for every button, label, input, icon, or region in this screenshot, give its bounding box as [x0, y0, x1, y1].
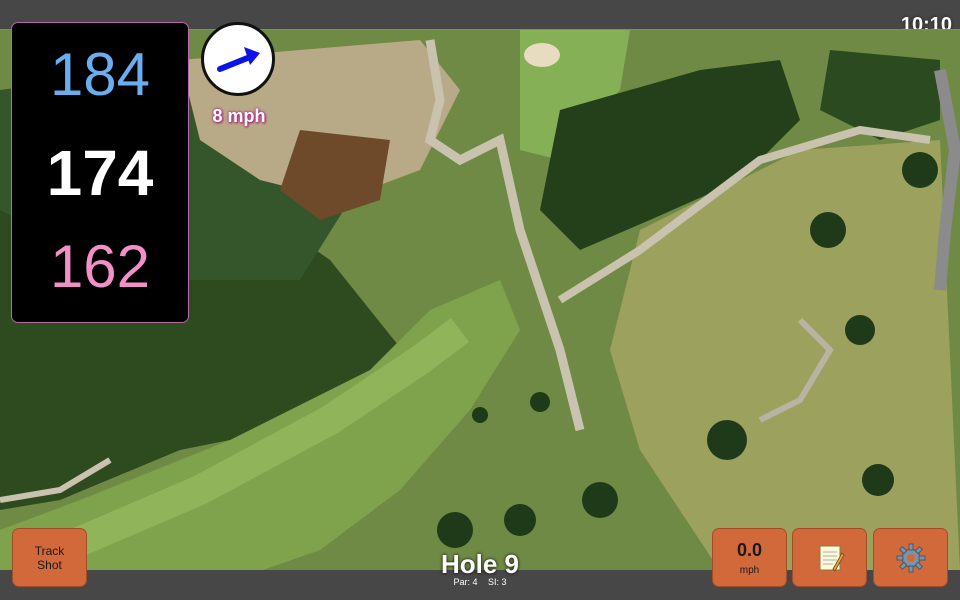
wind-arrow-icon	[217, 47, 260, 72]
track-shot-label-line2: Shot	[37, 557, 62, 572]
distance-panel: 184 174 162	[11, 22, 189, 323]
hole-stroke-index: SI: 3	[488, 577, 507, 587]
hole-title: Hole 9	[440, 549, 520, 579]
middle-distance: 174	[46, 137, 154, 209]
speed-value: 0.0	[736, 539, 763, 560]
notepad-icon	[819, 545, 844, 572]
hole-info: Par: 4 SI: 3	[380, 577, 580, 588]
hole-par: Par: 4	[453, 577, 478, 587]
speed-unit: mph	[739, 564, 760, 576]
speed-button[interactable]: 0.0 mph	[712, 528, 787, 587]
back-distance: 184	[49, 41, 151, 108]
front-distance: 162	[49, 233, 151, 300]
notes-button[interactable]	[792, 528, 867, 587]
settings-button[interactable]	[873, 528, 948, 587]
wind-speed: 8 mph	[212, 106, 266, 126]
wind-indicator	[201, 22, 275, 96]
gear-icon	[896, 543, 925, 572]
track-shot-button[interactable]: Track Shot	[12, 528, 87, 587]
track-shot-label-line1: Track	[34, 543, 65, 558]
